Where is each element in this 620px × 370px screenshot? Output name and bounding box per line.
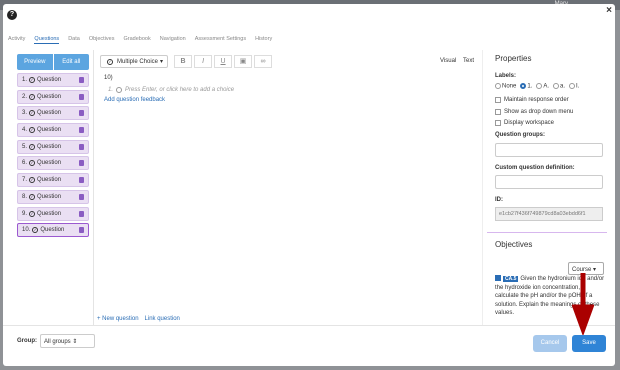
tab-assessment-settings[interactable]: Assessment Settings: [195, 36, 246, 44]
link-question-link[interactable]: Link question: [145, 316, 180, 322]
question-item[interactable]: 1. ✓ Question: [17, 73, 89, 87]
radio-selected-icon: [520, 83, 527, 89]
radio-icon: [536, 83, 543, 89]
preview-button[interactable]: Preview: [17, 54, 54, 70]
link-icon[interactable]: ∞: [254, 55, 273, 68]
check-circle-icon: ✓: [29, 127, 36, 134]
close-icon[interactable]: ×: [606, 5, 612, 16]
trash-icon[interactable]: [79, 77, 84, 83]
divider: [93, 50, 94, 325]
check-circle-icon: ✓: [29, 77, 36, 83]
tab-visual[interactable]: Visual: [440, 58, 456, 64]
trash-icon[interactable]: [79, 227, 84, 234]
groups-input[interactable]: [495, 143, 603, 157]
trash-icon[interactable]: [79, 143, 84, 150]
trash-icon[interactable]: [79, 127, 84, 134]
custom-input[interactable]: [495, 175, 603, 189]
trash-icon[interactable]: [79, 193, 84, 200]
question-item-selected[interactable]: 10. ✓ Question: [17, 223, 89, 238]
question-item[interactable]: 4. ✓ Question: [17, 123, 89, 138]
red-arrow-icon: [572, 273, 594, 335]
check-circle-icon: ✓: [107, 58, 113, 65]
check-circle-icon: ✓: [29, 143, 36, 150]
add-feedback-link[interactable]: Add question feedback: [104, 97, 165, 103]
editor-toolbar: ✓ Multiple Choice ▾ B I U ▣ ∞: [100, 55, 273, 68]
cancel-button[interactable]: Cancel: [533, 335, 567, 352]
tab-navigation[interactable]: Navigation: [160, 36, 186, 44]
radio-icon: [116, 87, 123, 93]
check-circle-icon: ✓: [29, 160, 36, 167]
answer-choice[interactable]: 1. Press Enter, or click here to add a c…: [108, 87, 234, 93]
checkbox-checked-icon: [495, 275, 501, 282]
trash-icon[interactable]: [79, 177, 84, 184]
chevron-down-icon: ▾: [160, 59, 164, 65]
question-item[interactable]: 3. ✓ Question: [17, 106, 89, 121]
check-circle-icon: ✓: [29, 93, 36, 100]
tab-bar: Activity Questions Data Objectives Grade…: [8, 36, 272, 44]
question-number: 10): [104, 75, 113, 81]
question-item[interactable]: 9. ✓ Question: [17, 206, 89, 221]
dropdown-checkbox[interactable]: Show as drop down menu: [495, 109, 573, 115]
label-none[interactable]: None: [495, 83, 516, 90]
labels-title: Labels:: [495, 73, 517, 79]
trash-icon[interactable]: [79, 160, 84, 167]
question-item[interactable]: 7. ✓ Question: [17, 173, 89, 188]
image-icon[interactable]: ▣: [234, 55, 253, 68]
question-item[interactable]: 6. ✓ Question: [17, 156, 89, 171]
save-button[interactable]: Save: [572, 335, 606, 352]
radio-icon: [495, 83, 501, 89]
custom-title: Custom question definition:: [495, 165, 575, 171]
group-label: Group:: [17, 338, 37, 344]
label-options: None 1. A. a. I.: [495, 83, 579, 90]
tab-objectives[interactable]: Objectives: [89, 36, 115, 44]
tab-text[interactable]: Text: [463, 58, 474, 64]
label-A[interactable]: A.: [536, 83, 549, 90]
trash-icon[interactable]: [79, 210, 84, 217]
tab-history[interactable]: History: [255, 36, 272, 44]
tab-gradebook[interactable]: Gradebook: [124, 36, 151, 44]
question-item[interactable]: 8. ✓ Question: [17, 189, 89, 204]
group-select[interactable]: All groups ⇕: [40, 334, 95, 348]
maintain-order-checkbox[interactable]: Maintain response order: [495, 97, 569, 103]
new-question-link[interactable]: + New question: [97, 316, 139, 322]
question-item[interactable]: 5. ✓ Question: [17, 139, 89, 154]
underline-icon[interactable]: U: [214, 55, 233, 68]
question-list: Preview Edit all 1. ✓ Question 2. ✓ Question…: [17, 54, 89, 240]
radio-icon: [553, 83, 560, 89]
id-title: ID:: [495, 197, 503, 203]
objectives-title: Objectives: [495, 240, 533, 249]
check-circle-icon: ✓: [29, 193, 36, 200]
check-circle-icon: ✓: [29, 210, 36, 217]
radio-icon: [569, 83, 576, 89]
check-circle-icon: ✓: [29, 177, 36, 184]
tab-questions[interactable]: Questions: [34, 36, 60, 44]
label-I[interactable]: I.: [569, 83, 579, 90]
question-type-select[interactable]: ✓ Multiple Choice ▾: [100, 55, 169, 68]
tab-activity[interactable]: Activity: [8, 36, 25, 44]
label-a[interactable]: a.: [553, 83, 565, 90]
check-circle-icon: ✓: [32, 227, 39, 234]
trash-icon[interactable]: [79, 110, 84, 117]
italic-icon[interactable]: I: [194, 55, 213, 68]
tab-data[interactable]: Data: [68, 36, 80, 44]
workspace-checkbox[interactable]: Display workspace: [495, 120, 554, 126]
divider: [3, 325, 615, 326]
edit-all-button[interactable]: Edit all: [53, 54, 89, 70]
properties-title: Properties: [495, 54, 532, 63]
question-item[interactable]: 2. ✓ Question: [17, 89, 89, 104]
objective-badge: CA.5: [503, 276, 519, 282]
editor-footer: + New question Link question: [97, 316, 180, 322]
help-icon[interactable]: ?: [7, 10, 17, 20]
check-circle-icon: ✓: [29, 110, 36, 117]
id-field: e1cb27f436f749879cd8a03ebdd6f1: [495, 207, 603, 221]
groups-title: Question groups:: [495, 132, 545, 138]
bold-icon[interactable]: B: [174, 55, 193, 68]
label-1[interactable]: 1.: [520, 83, 532, 90]
divider: [487, 232, 607, 233]
trash-icon[interactable]: [79, 93, 84, 100]
